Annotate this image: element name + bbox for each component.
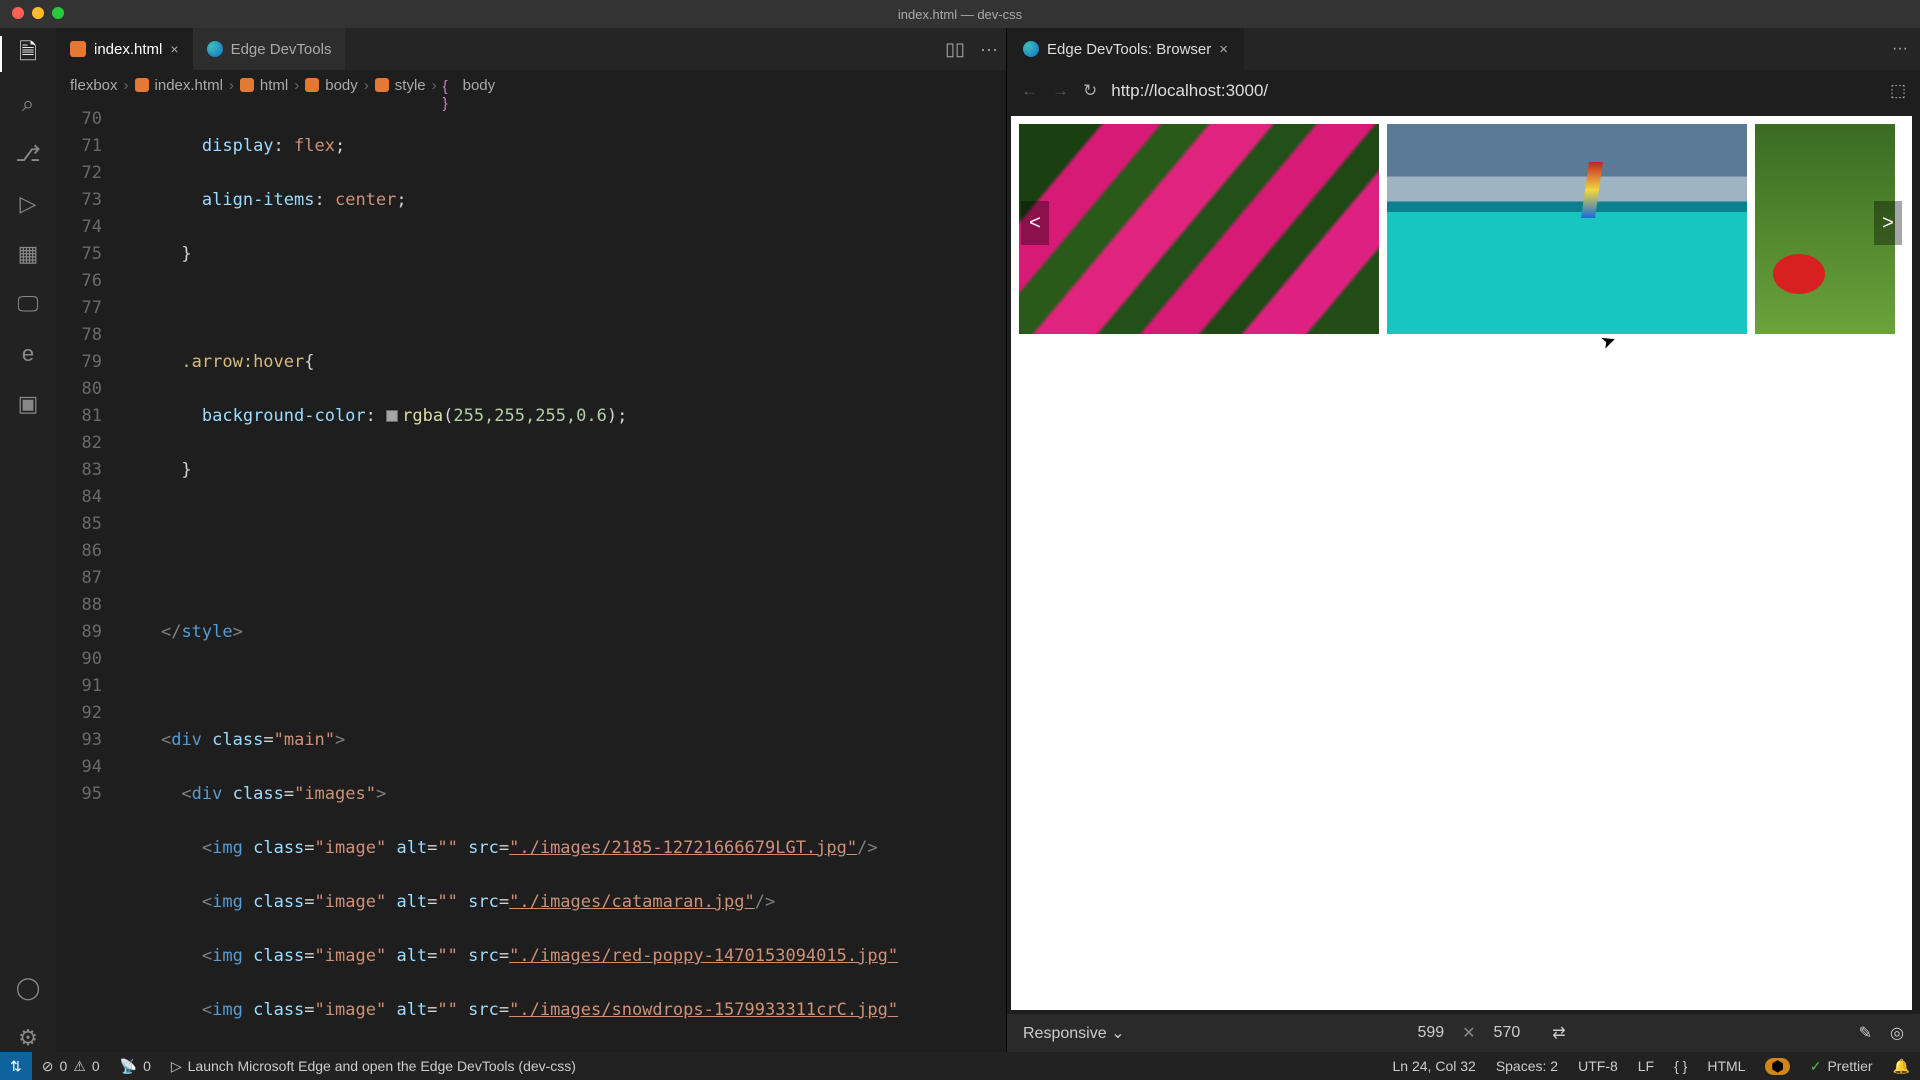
reload-icon[interactable]: ↻ [1083, 81, 1097, 101]
workbench: 🗎 ⌕ ⎇ ▷ ▦ 🖵 e ▣ ◯ ⚙ index.html × Edge De… [0, 28, 1920, 1052]
edge-tools-icon[interactable]: e [14, 340, 42, 368]
inspect-element-icon[interactable]: ⬚ [1890, 81, 1906, 101]
edge-icon [1023, 41, 1039, 57]
tab-label: Edge DevTools [231, 41, 332, 58]
carousel-image [1019, 124, 1379, 334]
html-file-icon [70, 41, 86, 57]
window-controls [12, 7, 64, 19]
dimension-separator: ✕ [1462, 1023, 1475, 1043]
remote-explorer-icon[interactable]: 🖵 [14, 290, 42, 318]
nav-back-icon[interactable]: ← [1021, 81, 1038, 101]
breadcrumbs[interactable]: flexbox › index.html › html › body › sty… [56, 70, 1006, 100]
url-field[interactable]: http://localhost:3000/ [1111, 81, 1876, 101]
problems-indicator[interactable]: ⊘0 ⚠0 [32, 1058, 110, 1075]
search-icon[interactable]: ⌕ [14, 90, 42, 118]
element-icon [305, 78, 319, 92]
edge-icon [207, 41, 223, 57]
carousel-prev-button[interactable]: < [1021, 201, 1049, 245]
crumb-selector[interactable]: body [463, 77, 496, 94]
source-control-icon[interactable]: ⎇ [14, 140, 42, 168]
status-bar: ⇅ ⊘0 ⚠0 📡0 ▷ Launch Microsoft Edge and o… [0, 1052, 1920, 1080]
copilot-badge[interactable]: ⬢ [1765, 1058, 1789, 1075]
viewport-height[interactable]: 570 [1494, 1024, 1521, 1042]
tab-label: Edge DevTools: Browser [1047, 41, 1211, 58]
device-select[interactable]: Responsive ⌄ [1023, 1023, 1124, 1043]
tab-devtools-browser[interactable]: Edge DevTools: Browser × [1007, 28, 1244, 70]
crumb-html[interactable]: html [260, 77, 288, 94]
indent-setting[interactable]: Spaces: 2 [1486, 1058, 1568, 1074]
device-toolbar: Responsive ⌄ 599 ✕ 570 ⇄ ✎ ◎ [1007, 1014, 1920, 1052]
nav-forward-icon[interactable]: → [1052, 81, 1069, 101]
notifications-bell-icon[interactable]: 🔔 [1883, 1058, 1920, 1075]
close-tab-icon[interactable]: × [1219, 41, 1228, 58]
rotate-icon[interactable]: ⇄ [1552, 1023, 1565, 1043]
close-tab-icon[interactable]: × [170, 41, 178, 57]
ports-indicator[interactable]: 📡0 [110, 1058, 161, 1075]
devtools-browser-panel: Edge DevTools: Browser × ··· ← → ↻ http:… [1006, 28, 1920, 1052]
carousel-image [1387, 124, 1747, 334]
explorer-icon[interactable]: 🗎 [14, 40, 42, 68]
launch-task[interactable]: ▷ Launch Microsoft Edge and open the Edg… [161, 1058, 586, 1075]
extensions-icon[interactable]: ▦ [14, 240, 42, 268]
run-debug-icon[interactable]: ▷ [14, 190, 42, 218]
editor-group: index.html × Edge DevTools ▯▯ ··· flexbo… [56, 28, 1006, 1052]
more-actions-icon[interactable]: ··· [1880, 40, 1920, 58]
warning-icon: ⚠ [73, 1058, 86, 1075]
tab-edge-devtools[interactable]: Edge DevTools [193, 28, 346, 70]
radio-tower-icon: 📡 [120, 1058, 137, 1075]
css-overview-icon[interactable]: ✎ [1859, 1023, 1872, 1043]
remote-indicator[interactable]: ⇅ [0, 1052, 32, 1080]
close-window-icon[interactable] [12, 7, 24, 19]
code-lines[interactable]: display: flex; align-items: center; } .a… [120, 100, 1006, 1052]
split-editor-icon[interactable]: ▯▯ [938, 39, 972, 60]
eol[interactable]: LF [1628, 1058, 1664, 1074]
tab-label: index.html [94, 41, 162, 58]
error-icon: ⊘ [42, 1058, 54, 1075]
selector-icon: { } [443, 78, 457, 92]
window-title: index.html — dev-css [898, 7, 1022, 22]
viewport-width[interactable]: 599 [1417, 1024, 1444, 1042]
address-bar: ← → ↻ http://localhost:3000/ ⬚ [1007, 70, 1920, 112]
macos-titlebar: index.html — dev-css [0, 0, 1920, 28]
element-icon [240, 78, 254, 92]
crumb-folder[interactable]: flexbox [70, 77, 118, 94]
zoom-window-icon[interactable] [52, 7, 64, 19]
language-mode[interactable]: HTML [1697, 1058, 1755, 1074]
settings-gear-icon[interactable]: ⚙ [14, 1024, 42, 1052]
minimize-window-icon[interactable] [32, 7, 44, 19]
crumb-file[interactable]: index.html [155, 77, 223, 94]
line-gutter: 7071727374757677787980818283848586878889… [56, 100, 120, 1052]
chevron-down-icon: ⌄ [1111, 1025, 1124, 1042]
activity-bar: 🗎 ⌕ ⎇ ▷ ▦ 🖵 e ▣ ◯ ⚙ [0, 28, 56, 1052]
cursor-position[interactable]: Ln 24, Col 32 [1383, 1058, 1486, 1074]
carousel-next-button[interactable]: > [1874, 201, 1902, 245]
accounts-icon[interactable]: ◯ [14, 974, 42, 1002]
code-editor[interactable]: 7071727374757677787980818283848586878889… [56, 100, 1006, 1052]
preview-viewport[interactable]: < > ➤ [1011, 116, 1912, 1010]
prettier-status[interactable]: ✓ Prettier [1800, 1058, 1883, 1075]
html-file-icon [135, 78, 149, 92]
editor-tabs: index.html × Edge DevTools ▯▯ ··· [56, 28, 1006, 70]
bracket-icon[interactable]: { } [1664, 1058, 1697, 1074]
crumb-style[interactable]: style [395, 77, 426, 94]
image-carousel [1019, 124, 1912, 334]
screencast-icon[interactable]: ▣ [14, 390, 42, 418]
encoding[interactable]: UTF-8 [1568, 1058, 1628, 1074]
play-icon: ▷ [171, 1058, 182, 1075]
crumb-body[interactable]: body [325, 77, 358, 94]
tab-index-html[interactable]: index.html × [56, 28, 193, 70]
element-icon [375, 78, 389, 92]
more-actions-icon[interactable]: ··· [972, 39, 1006, 60]
toggle-screencast-icon[interactable]: ◎ [1890, 1023, 1904, 1043]
browser-tabs: Edge DevTools: Browser × ··· [1007, 28, 1920, 70]
